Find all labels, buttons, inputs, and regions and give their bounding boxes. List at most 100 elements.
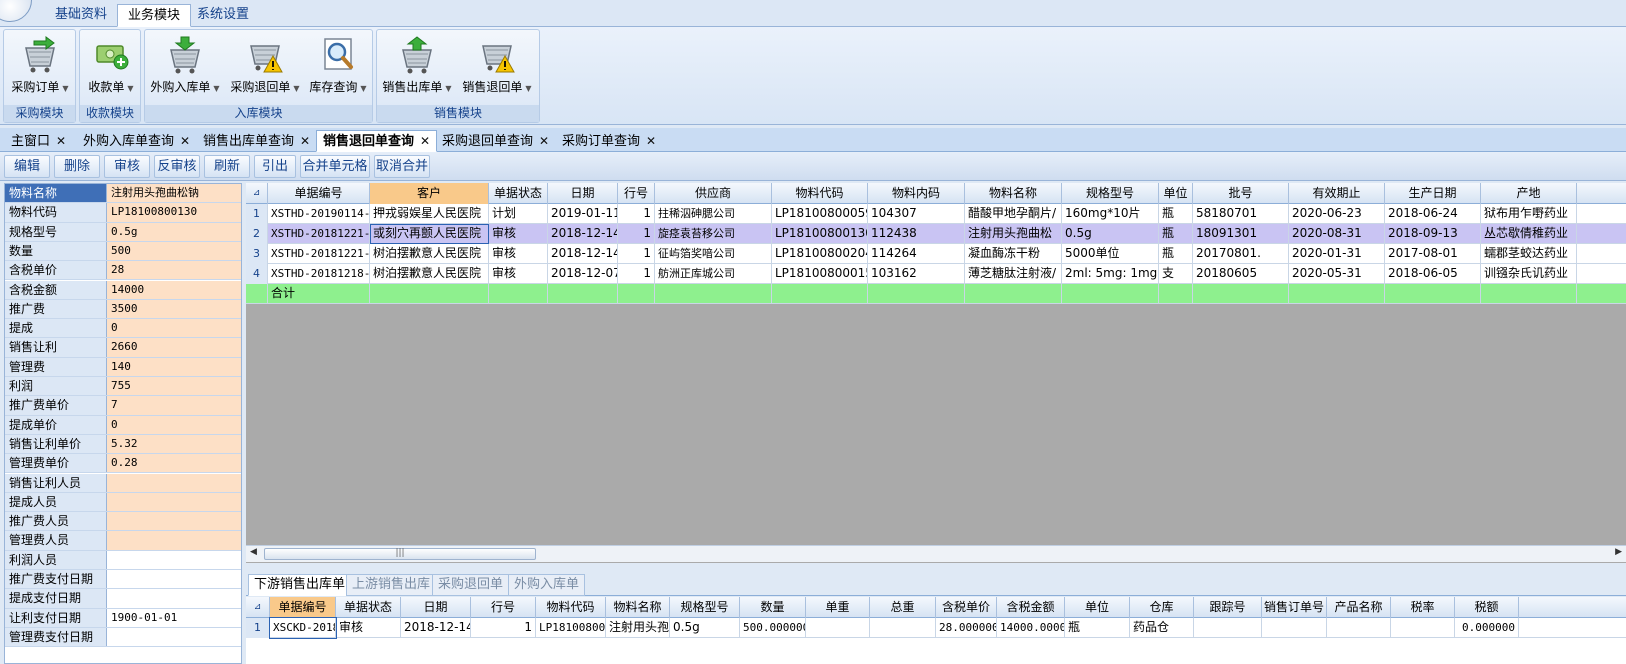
property-row[interactable]: 提成支付日期 <box>5 589 241 609</box>
column-header[interactable]: 仓库 <box>1130 597 1194 618</box>
table-cell[interactable]: 审核 <box>336 618 401 638</box>
property-value[interactable] <box>107 570 241 588</box>
property-row[interactable]: 推广费 3500 <box>5 299 241 320</box>
column-header[interactable]: 税额 <box>1455 597 1519 618</box>
table-cell[interactable]: 2018-12-14 <box>548 224 618 244</box>
table-cell[interactable]: 2018-12-14 <box>401 618 471 638</box>
table-cell[interactable]: 注射用头孢 <box>606 618 670 638</box>
property-value[interactable]: 1900-01-01 <box>107 609 241 627</box>
table-cell[interactable]: 20180605 <box>1193 264 1289 284</box>
table-cell[interactable]: 5000单位 <box>1062 244 1159 264</box>
edit-button[interactable]: 编辑 <box>4 155 50 178</box>
property-value[interactable]: LP18100800130 <box>107 203 241 222</box>
property-row[interactable]: 利润 755 <box>5 377 241 397</box>
table-cell[interactable]: 旋痉袁苔移公司 <box>655 224 772 244</box>
cancel-merge-button[interactable]: 取消合并 <box>374 155 430 178</box>
doc-tab-sales-outbound-query[interactable]: 销售出库单查询 ✕ <box>196 130 317 152</box>
table-cell[interactable]: 审核 <box>489 244 548 264</box>
table-cell[interactable]: 58180701 <box>1193 204 1289 224</box>
property-value[interactable] <box>107 589 241 607</box>
table-cell[interactable]: LP18100800015 <box>772 264 868 284</box>
doc-tab-purchase-return-query[interactable]: 采购退回单查询 ✕ <box>435 130 556 152</box>
ribbon-tab-business[interactable]: 业务模块 <box>117 4 192 27</box>
column-header[interactable]: 产品名称 <box>1327 597 1391 618</box>
table-cell[interactable]: 1 <box>618 224 655 244</box>
audit-button[interactable]: 审核 <box>104 155 150 178</box>
table-cell[interactable]: 支 <box>1159 264 1193 284</box>
table-cell[interactable]: 2019-01-11 <box>548 204 618 224</box>
table-cell[interactable]: 树泊摆歉意人民医院 <box>370 244 489 264</box>
property-value[interactable]: 0.28 <box>107 454 241 473</box>
table-row[interactable]: 1 XSTHD-20190114- 押戎弱娱星人民医院 计划 2019-01-11 1 拄稀… <box>246 204 1626 224</box>
property-row[interactable]: 销售让利单价 5.32 <box>5 434 241 455</box>
property-row[interactable]: 提成人员 <box>5 492 241 513</box>
column-header[interactable]: 生产日期 <box>1385 183 1481 204</box>
property-value[interactable]: 0.5g <box>107 222 241 241</box>
column-header[interactable]: 税率 <box>1391 597 1455 618</box>
table-cell[interactable]: 瓶 <box>1159 244 1193 264</box>
table-cell[interactable]: 瓶 <box>1159 204 1193 224</box>
table-cell[interactable]: 2018-09-13 <box>1385 224 1481 244</box>
property-row[interactable]: 推广费人员 <box>5 512 241 532</box>
unaudit-button[interactable]: 反审核 <box>154 155 200 178</box>
table-cell[interactable]: 2018-12-07 <box>548 264 618 284</box>
doc-tab-main-window[interactable]: 主窗口 ✕ <box>4 130 73 152</box>
property-value[interactable]: 500 <box>107 241 241 261</box>
column-header[interactable]: 总重 <box>870 597 936 618</box>
table-cell[interactable]: 2020-08-31 <box>1289 224 1385 244</box>
property-value[interactable]: 28 <box>107 261 241 280</box>
table-cell[interactable]: 0.5g <box>670 618 740 638</box>
column-header[interactable]: 含税单价 <box>936 597 997 618</box>
table-cell[interactable]: 2020-06-23 <box>1289 204 1385 224</box>
property-row[interactable]: 含税单价 28 <box>5 261 241 281</box>
table-cell[interactable]: LP18100800 <box>536 618 606 638</box>
column-header[interactable]: 批号 <box>1193 183 1289 204</box>
table-cell[interactable]: 审核 <box>489 224 548 244</box>
export-button[interactable]: 引出 <box>254 155 296 178</box>
stock-query-button[interactable]: 库存查询 ▼ <box>307 36 369 95</box>
refresh-button[interactable]: 刷新 <box>204 155 250 178</box>
table-cell[interactable] <box>870 618 936 638</box>
delete-button[interactable]: 删除 <box>54 155 100 178</box>
purchase-inbound-button[interactable]: 外购入库单 ▼ <box>147 36 223 95</box>
property-row[interactable]: 销售让利 2660 <box>5 338 241 358</box>
table-cell[interactable]: 20170801. <box>1193 244 1289 264</box>
table-cell[interactable]: 1 <box>618 204 655 224</box>
property-value[interactable]: 7 <box>107 396 241 415</box>
column-header[interactable]: 单据状态 <box>489 183 548 204</box>
related-docs-grid[interactable]: ⊿ 单据编号 单据状态 日期 行号 物料代码 物料名称 规格型号 数量 单重 总重 含税单价 含税金额单… <box>246 597 1626 664</box>
table-cell[interactable]: 计划 <box>489 204 548 224</box>
column-header[interactable]: 有效期止 <box>1289 183 1385 204</box>
table-cell[interactable]: 树泊摆歉意人民医院 <box>370 264 489 284</box>
property-value[interactable]: 3500 <box>107 299 241 319</box>
close-icon[interactable]: ✕ <box>180 134 190 148</box>
table-cell[interactable]: 112438 <box>868 224 965 244</box>
table-cell[interactable]: 104307 <box>868 204 965 224</box>
column-header[interactable]: 规格型号 <box>670 597 740 618</box>
sales-outbound-button[interactable]: 销售出库单 ▼ <box>379 36 455 95</box>
column-header[interactable]: 单据编号 <box>270 597 336 618</box>
property-row[interactable]: 管理费单价 0.28 <box>5 454 241 474</box>
property-row[interactable]: 物料代码 LP18100800130 <box>5 203 241 223</box>
column-header[interactable]: 物料代码 <box>772 183 868 204</box>
column-header[interactable]: 客户 <box>370 183 489 204</box>
close-icon[interactable]: ✕ <box>646 134 656 148</box>
property-value[interactable]: 0 <box>107 415 241 434</box>
merge-cells-button[interactable]: 合并单元格 <box>300 155 370 178</box>
table-cell[interactable] <box>1391 618 1455 638</box>
grid-corner-icon[interactable]: ⊿ <box>246 183 268 204</box>
table-cell[interactable]: 114264 <box>868 244 965 264</box>
table-cell[interactable]: 凝血酶冻干粉 <box>965 244 1062 264</box>
table-cell[interactable]: 2018-12-14 <box>548 244 618 264</box>
property-value[interactable] <box>107 473 241 492</box>
table-cell[interactable]: XSTHD-20181221- <box>268 224 370 244</box>
scroll-left-arrow-icon[interactable]: ◀ <box>250 547 257 557</box>
property-value[interactable]: 755 <box>107 377 241 396</box>
scroll-right-arrow-icon[interactable]: ▶ <box>1615 547 1622 557</box>
doc-tab-purchase-order-query[interactable]: 采购订单查询 ✕ <box>555 130 663 152</box>
column-header[interactable]: 物料名称 <box>965 183 1062 204</box>
property-value[interactable]: 注射用头孢曲松钠 <box>107 184 241 203</box>
doc-tab-purchase-inbound-query[interactable]: 外购入库单查询 ✕ <box>76 130 197 152</box>
table-cell[interactable]: 2018-06-05 <box>1385 264 1481 284</box>
table-cell[interactable]: 28.000000 <box>936 618 997 638</box>
